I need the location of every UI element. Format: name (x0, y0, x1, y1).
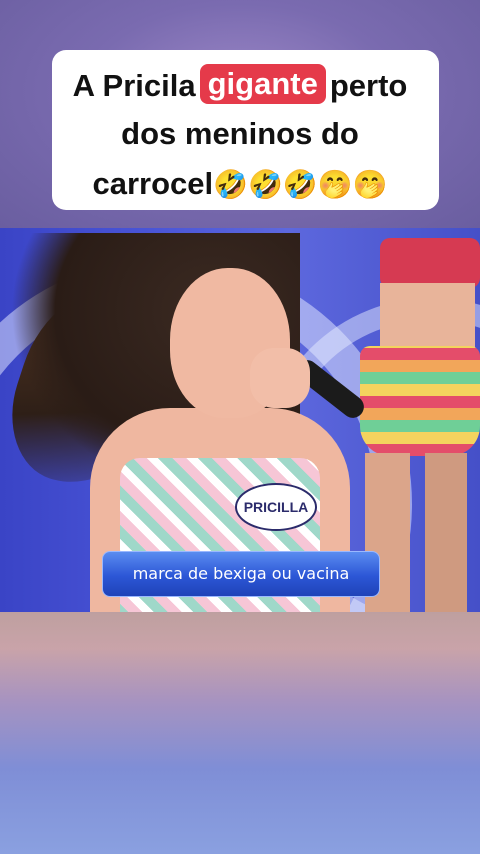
singer-hand (250, 348, 310, 408)
caption-line-1: A Pricila gigante perto (0, 64, 480, 106)
dancer-leg-right (425, 453, 467, 612)
caption-line-3: carrocel🤣🤣🤣🤭🤭 (0, 166, 480, 202)
laughing-emoji-icons: 🤣🤣🤣🤭🤭 (213, 169, 388, 200)
caption-line-3-text: carrocel (92, 166, 214, 201)
dancer-top (380, 238, 480, 288)
caption-line-2: dos meninos do (121, 116, 359, 151)
dancer-torso (380, 283, 475, 353)
caption-highlight-badge: gigante (199, 64, 326, 104)
caption-text-end: perto (329, 68, 408, 103)
name-tag: PRICILLA (235, 483, 317, 531)
caption-text-start: A Pricila (72, 68, 196, 103)
video-subtitle: marca de bexiga ou vacina (102, 551, 380, 597)
dancer-skirt (360, 346, 480, 456)
